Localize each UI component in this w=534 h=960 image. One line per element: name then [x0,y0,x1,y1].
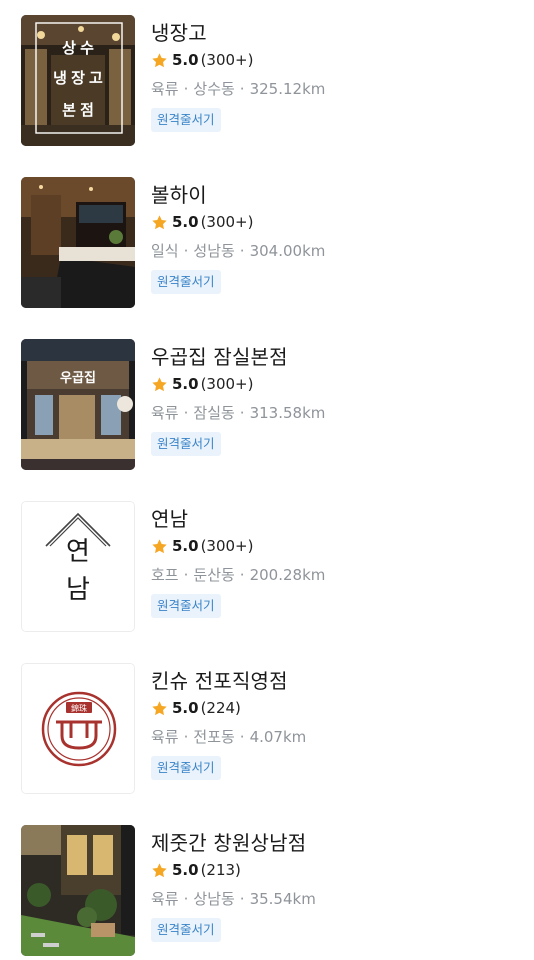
review-count: (224) [200,699,241,717]
remote-queue-badge: 원격줄서기 [151,270,221,294]
rating-score: 5.0 [172,699,199,717]
restaurant-name[interactable]: 우곱집 잠실본점 [151,341,288,370]
area: 성남동 [193,242,235,260]
restaurant-meta: 육류 · 전포동 · 4.07km [151,726,306,747]
rating: 5.0 (300+) [151,374,253,394]
remote-queue-badge: 원격줄서기 [151,756,221,780]
rating-score: 5.0 [172,375,199,393]
rating: 5.0 (300+) [151,50,253,70]
list-item[interactable]: 제줏간 창원상남점 5.0 (213) 육류 · 상남동 · 35.54km 원격줄서기 [0,825,534,957]
rating: 5.0 (300+) [151,536,253,556]
thumb-logo-mark: 錦珠 [71,703,87,713]
restaurant-name[interactable]: 제줏간 창원상남점 [151,827,306,856]
thumb-sign-line3: 본 점 [62,101,94,119]
remote-queue-badge: 원격줄서기 [151,918,221,942]
star-icon [152,214,167,229]
restaurant-meta: 육류 · 상남동 · 35.54km [151,888,316,909]
separator: · [239,566,245,584]
area: 상남동 [193,890,235,908]
separator: · [183,566,189,584]
restaurant-thumbnail[interactable] [21,177,135,308]
category: 육류 [151,890,179,908]
list-item[interactable]: 錦珠 킨슈 전포직영점 5.0 (224) 육류 · 전포동 · 4.07km 원격줄서… [0,663,534,795]
rating-score: 5.0 [172,537,199,555]
thumb-logo-char2: 남 [66,575,90,604]
separator: · [183,80,189,98]
distance: 304.00km [249,242,326,260]
category: 육류 [151,404,179,422]
star-icon [152,376,167,391]
restaurant-meta: 호프 · 둔산동 · 200.28km [151,564,325,585]
thumb-signboard: 우곱집 [60,370,96,385]
restaurant-list: 상 수 냉 장 고 본 점 냉장고 5.0 (300+) 육류 · 상수동 · 325.… [0,0,534,960]
rating: 5.0 (300+) [151,212,253,232]
restaurant-photo: 우곱집 [21,339,135,470]
category: 일식 [151,242,179,260]
distance: 200.28km [249,566,326,584]
list-item[interactable]: 연 남 연남 5.0 (300+) 호프 · 둔산동 · 200.28km 원격줄서기 [0,501,534,633]
restaurant-meta: 일식 · 성남동 · 304.00km [151,240,325,261]
area: 잠실동 [193,404,235,422]
restaurant-name[interactable]: 킨슈 전포직영점 [151,665,288,694]
remote-queue-badge: 원격줄서기 [151,432,221,456]
review-count: (300+) [200,213,254,231]
area: 전포동 [193,728,235,746]
distance: 4.07km [249,728,307,746]
restaurant-name[interactable]: 볼하이 [151,179,207,208]
rating: 5.0 (213) [151,860,241,880]
distance: 313.58km [249,404,326,422]
star-icon [152,862,167,877]
separator: · [239,404,245,422]
star-icon [152,52,167,67]
review-count: (300+) [200,375,254,393]
review-count: (300+) [200,51,254,69]
rating-score: 5.0 [172,213,199,231]
rating: 5.0 (224) [151,698,241,718]
restaurant-thumbnail[interactable]: 상 수 냉 장 고 본 점 [21,15,135,146]
area: 상수동 [193,80,235,98]
thumb-sign-line2: 냉 장 고 [53,69,103,87]
distance: 325.12km [249,80,326,98]
area: 둔산동 [193,566,235,584]
separator: · [183,242,189,260]
restaurant-name[interactable]: 연남 [151,503,188,532]
restaurant-logo: 錦珠 [22,664,134,793]
restaurant-name[interactable]: 냉장고 [151,17,207,46]
review-count: (300+) [200,537,254,555]
restaurant-thumbnail[interactable] [21,825,135,956]
separator: · [183,890,189,908]
category: 육류 [151,80,179,98]
star-icon [152,700,167,715]
thumb-logo-char1: 연 [66,537,90,566]
separator: · [239,80,245,98]
review-count: (213) [200,861,241,879]
restaurant-thumbnail[interactable]: 錦珠 [21,663,135,794]
restaurant-meta: 육류 · 상수동 · 325.12km [151,78,325,99]
restaurant-thumbnail[interactable]: 연 남 [21,501,135,632]
restaurant-logo: 연 남 [22,502,134,631]
remote-queue-badge: 원격줄서기 [151,594,221,618]
restaurant-thumbnail[interactable]: 우곱집 [21,339,135,470]
restaurant-meta: 육류 · 잠실동 · 313.58km [151,402,325,423]
separator: · [183,728,189,746]
restaurant-photo [21,177,135,308]
separator: · [239,728,245,746]
list-item[interactable]: 우곱집 우곱집 잠실본점 5.0 (300+) 육류 · 잠실동 · 313.58km … [0,339,534,471]
thumb-sign-line1: 상 수 [62,40,94,57]
distance: 35.54km [249,890,316,908]
list-item[interactable]: 볼하이 5.0 (300+) 일식 · 성남동 · 304.00km 원격줄서기 [0,177,534,309]
remote-queue-badge: 원격줄서기 [151,108,221,132]
separator: · [239,242,245,260]
category: 육류 [151,728,179,746]
rating-score: 5.0 [172,51,199,69]
separator: · [183,404,189,422]
rating-score: 5.0 [172,861,199,879]
restaurant-photo: 상 수 냉 장 고 본 점 [21,15,135,146]
star-icon [152,538,167,553]
separator: · [239,890,245,908]
list-item[interactable]: 상 수 냉 장 고 본 점 냉장고 5.0 (300+) 육류 · 상수동 · 325.… [0,15,534,147]
category: 호프 [151,566,179,584]
restaurant-photo [21,825,135,956]
